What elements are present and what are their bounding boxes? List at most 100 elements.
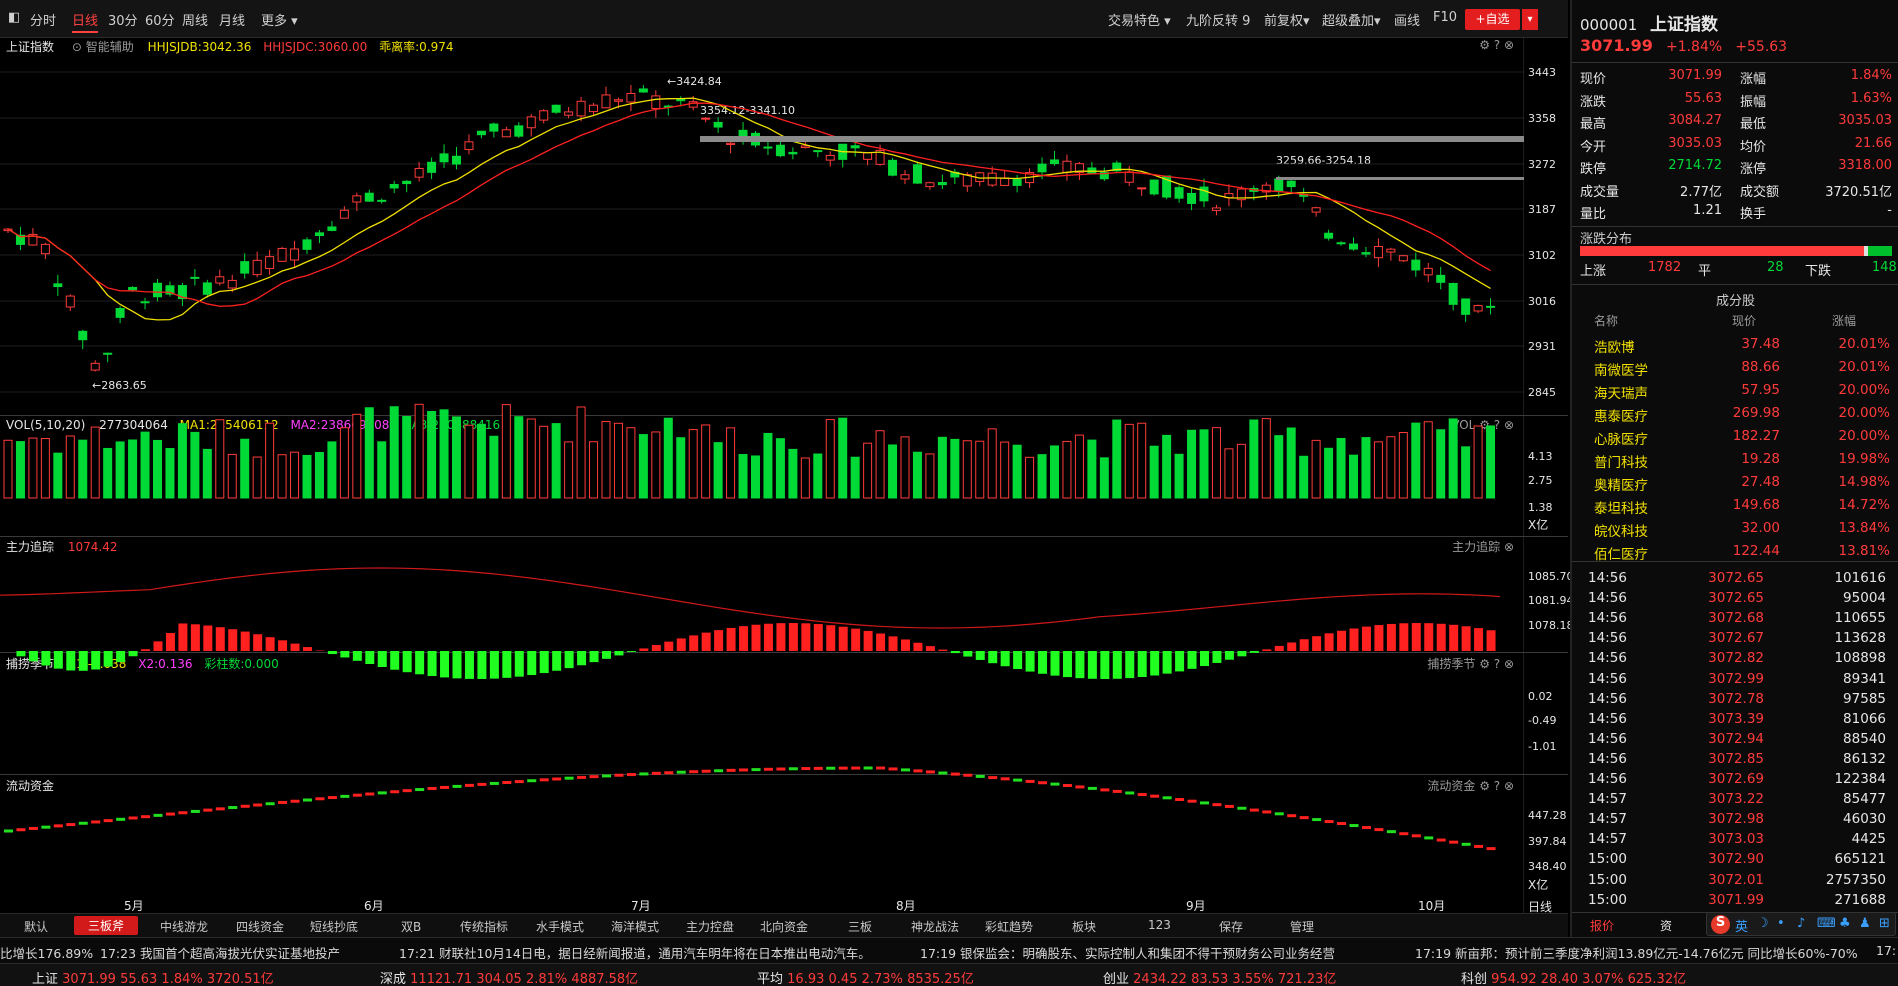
- tab-monthly[interactable]: 月线: [219, 10, 245, 29]
- add-watchlist-dropdown[interactable]: ▾: [1522, 9, 1538, 30]
- news-item[interactable]: 17:: [1876, 943, 1896, 958]
- volume-bar: [676, 437, 686, 499]
- layout-icon[interactable]: ◧: [8, 10, 20, 25]
- ime-shirt-icon[interactable]: ♟: [1859, 916, 1871, 931]
- template-tab[interactable]: 北向资金: [760, 918, 808, 935]
- volume-bar: [576, 406, 586, 499]
- nine-reversal-menu[interactable]: 九阶反转 9: [1186, 10, 1250, 29]
- template-tab[interactable]: 短线抄底: [310, 918, 358, 935]
- season-bar: [1200, 651, 1209, 667]
- candle-body: [314, 232, 324, 237]
- season-bar: [1025, 651, 1035, 672]
- ime-grid-icon[interactable]: ⊞: [1879, 916, 1890, 931]
- index-item[interactable]: 深成 11121.71 304.05 2.81% 4887.58亿: [380, 968, 638, 986]
- candle-body: [589, 104, 599, 113]
- season-bar: [1038, 651, 1048, 674]
- volume-bar: [651, 431, 661, 499]
- ime-lang-icon[interactable]: 英: [1735, 916, 1748, 935]
- ime-moon-icon[interactable]: ☽: [1757, 916, 1769, 931]
- template-tab[interactable]: 主力控盘: [686, 918, 734, 935]
- tab-quote[interactable]: 报价: [1590, 917, 1614, 934]
- season-bar: [626, 651, 636, 652]
- candle-body: [526, 116, 536, 129]
- index-item[interactable]: 上证 3071.99 55.63 1.84% 3720.51亿: [32, 968, 274, 986]
- template-tab[interactable]: 神龙战法: [911, 918, 959, 935]
- season-bar: [128, 651, 138, 657]
- tab-more[interactable]: 更多 ▾: [261, 10, 298, 29]
- news-item[interactable]: 17:19 银保监会：明确股东、实际控制人和集团不得干预财务公司业务经营: [920, 943, 1335, 962]
- volume-bar: [1037, 454, 1047, 499]
- volume-bar: [1398, 432, 1408, 499]
- tab-weekly[interactable]: 周线: [182, 10, 208, 29]
- ime-punct-icon[interactable]: •: [1777, 916, 1785, 931]
- news-item[interactable]: 比增长176.89%: [0, 943, 93, 962]
- template-tab[interactable]: 双B: [401, 918, 421, 935]
- ime-toolbar[interactable]: S 英 ☽ • ♪ ⌨ ♣ ♟ ⊞: [1706, 912, 1896, 936]
- news-item[interactable]: 17:21 财联社10月14日电，据日经新闻报道，通用汽车明年将在日本推出电动汽…: [399, 943, 871, 962]
- tab-60min[interactable]: 60分: [145, 10, 175, 29]
- season-bar: [776, 623, 786, 651]
- candle-body: [564, 111, 574, 116]
- f10-button[interactable]: F10: [1433, 10, 1457, 25]
- volume-bar: [863, 442, 873, 499]
- candle-body: [240, 261, 250, 274]
- volume-bar: [190, 431, 200, 499]
- candle-body: [277, 247, 287, 262]
- volume-bar: [427, 411, 437, 499]
- template-tab[interactable]: 默认: [24, 918, 48, 935]
- resistance-zone: [700, 136, 1524, 142]
- ime-keyboard-icon[interactable]: ⌨: [1817, 916, 1836, 931]
- season-bar: [751, 624, 761, 651]
- main-force-tick: 1078.18: [1528, 619, 1574, 632]
- overlay-menu[interactable]: 超级叠加▾: [1322, 10, 1381, 29]
- tab-30min[interactable]: 30分: [108, 10, 138, 29]
- template-tab[interactable]: 海洋模式: [611, 918, 659, 935]
- candle-body: [1373, 245, 1383, 259]
- kline-chart[interactable]: [0, 38, 1524, 913]
- news-item[interactable]: 17:23 我国首个超高海拔光伏实证基地投产: [100, 943, 340, 962]
- news-item[interactable]: 17:19 新亩邦：预计前三季度净利润13.89亿元-14.76亿元 同比增长6…: [1415, 943, 1858, 962]
- index-item[interactable]: 平均 16.93 0.45 2.73% 8535.25亿: [757, 968, 974, 986]
- season-bar: [1461, 626, 1471, 651]
- up-count: 1782: [1648, 260, 1682, 275]
- add-watchlist-button[interactable]: +自选: [1465, 9, 1520, 30]
- news-ticker[interactable]: 比增长176.89% 17:23 我国首个超高海拔光伏实证基地投产 17:21 …: [0, 937, 1898, 963]
- candle-body: [850, 145, 860, 149]
- draw-line-button[interactable]: 画线: [1394, 10, 1420, 29]
- volume-bar: [900, 436, 910, 499]
- season-bar: [701, 632, 711, 651]
- tab-funds[interactable]: 资: [1660, 917, 1672, 934]
- candle-body: [1486, 305, 1496, 308]
- tab-daily[interactable]: 日线: [72, 10, 99, 33]
- season-bar: [826, 625, 836, 651]
- ime-skin-icon[interactable]: ♣: [1839, 916, 1851, 931]
- season-bar: [925, 646, 935, 651]
- adjust-menu[interactable]: 前复权▾: [1264, 10, 1310, 29]
- volume-bar: [1112, 419, 1122, 499]
- template-tab[interactable]: 保存: [1219, 918, 1243, 935]
- index-item[interactable]: 科创 954.92 28.40 3.07% 625.32亿: [1461, 968, 1686, 986]
- template-tab[interactable]: 传统指标: [460, 918, 508, 935]
- chart-area[interactable]: 上证指数 ⊙ 智能辅助 HHJSJDB:3042.36 HHJSJDC:3060…: [0, 38, 1574, 914]
- tab-intraday[interactable]: 分时: [30, 10, 56, 29]
- candle-body: [638, 88, 648, 93]
- template-tab[interactable]: 中线游龙: [160, 918, 208, 935]
- template-tab[interactable]: 三板: [848, 918, 872, 935]
- season-bar: [1474, 628, 1484, 651]
- index-item[interactable]: 创业 2434.22 83.53 3.55% 721.23亿: [1103, 968, 1336, 986]
- template-tab[interactable]: 彩虹趋势: [985, 918, 1033, 935]
- trade-feature-menu[interactable]: 交易特色 ▾: [1108, 10, 1171, 29]
- down-count: 148: [1872, 260, 1897, 275]
- season-bar: [1411, 623, 1421, 651]
- ime-mic-icon[interactable]: ♪: [1797, 916, 1805, 931]
- template-tab[interactable]: 板块: [1072, 918, 1096, 935]
- template-tab[interactable]: 123: [1148, 918, 1171, 932]
- template-tab[interactable]: 四线资金: [236, 918, 284, 935]
- template-tab[interactable]: 水手模式: [536, 918, 584, 935]
- ime-logo-icon[interactable]: S: [1711, 915, 1730, 934]
- candle-body: [1411, 259, 1421, 271]
- volume-bar: [1211, 427, 1221, 499]
- volume-bar: [15, 441, 25, 499]
- template-tab[interactable]: 三板斧: [74, 916, 139, 935]
- template-tab[interactable]: 管理: [1290, 918, 1314, 935]
